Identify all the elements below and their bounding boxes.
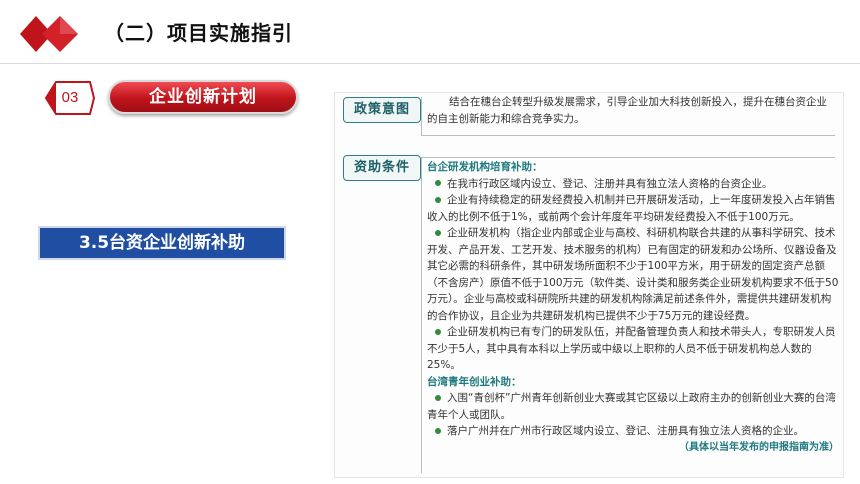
list-item: 企业有持续稳定的研发经费投入机制并已开展研发活动，上一年度研发投入占年销售收入的… [427, 194, 836, 223]
policy-intent-text: 结合在穗台企转型升级发展需求，引导企业加大科技创新投入，提升在穗台资企业的自主创… [427, 96, 827, 125]
section-label: 企业创新计划 [108, 80, 298, 114]
bullet-icon [435, 394, 441, 401]
conditions-top-rule [421, 157, 835, 158]
policy-rule [421, 135, 835, 136]
footnote: （具体以当年发布的申报指南为准） [679, 441, 839, 453]
conditions-divider [421, 157, 422, 473]
list-item: 落户广州并在广州市行政区域内设立、登记、注册具有独立法人资格的企业。 [427, 423, 839, 440]
header-divider [0, 63, 860, 64]
funding-conditions-label: 资助条件 [343, 155, 421, 181]
section2-title: 台湾青年创业补助： [427, 375, 522, 388]
section1-title: 台企研发机构培育补助： [427, 161, 543, 173]
conditions-body: 台企研发机构培育补助： 在我市行政区域内设立、登记、注册并具有独立法人资格的台资… [427, 159, 839, 456]
bullet-icon [435, 196, 441, 203]
bullet-icon [435, 328, 441, 335]
list-item: 企业研发机构已有专门的研发队伍，并配备管理负责人和技术带头人，专职研发人员不少于… [427, 326, 836, 371]
section-number: 03 [61, 89, 79, 106]
list-item: 入围“青创杯”广州青年创新创业大赛或其它区级以上政府主办的创新创业大赛的台湾青年… [427, 392, 836, 421]
policy-divider [421, 97, 422, 135]
bullet-icon [435, 180, 441, 186]
page-title: （二）项目实施指引 [104, 21, 293, 45]
sub-heading: 3.5台资企业创新补助 [38, 226, 286, 260]
policy-document: 政策意图 结合在穗台企转型升级发展需求，引导企业加大科技创新投入，提升在穗台资企… [334, 92, 844, 478]
policy-intent-label: 政策意图 [343, 97, 421, 123]
list-item: 在我市行政区域内设立、登记、注册并具有独立法人资格的台资企业。 [427, 176, 839, 193]
bullet-icon [435, 229, 441, 236]
logo-diamonds-icon [20, 16, 78, 52]
list-item: 企业研发机构（指企业内部或企业与高校、科研机构联合共建的从事科学研究、技术开发、… [427, 227, 839, 322]
bullet-icon [435, 427, 441, 434]
